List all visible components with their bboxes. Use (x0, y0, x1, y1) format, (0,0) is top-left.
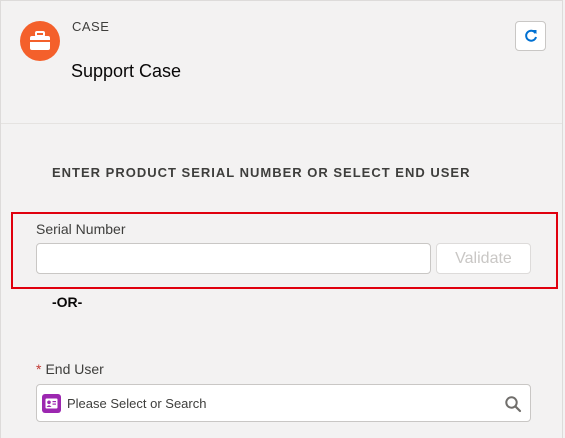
refresh-button[interactable] (515, 21, 546, 51)
section-heading: ENTER PRODUCT SERIAL NUMBER OR SELECT EN… (52, 165, 471, 180)
serial-number-label: Serial Number (36, 221, 126, 237)
end-user-lookup[interactable]: Please Select or Search (36, 384, 531, 422)
validate-button[interactable]: Validate (436, 243, 531, 274)
support-case-card: CASE Support Case ENTER PRODUCT SERIAL N… (0, 0, 563, 438)
card-header: CASE Support Case (1, 1, 562, 124)
page-title: Support Case (71, 61, 182, 81)
end-user-label: * End User (36, 361, 104, 377)
contact-icon (42, 394, 61, 413)
serial-number-input[interactable] (36, 243, 431, 274)
end-user-placeholder: Please Select or Search (67, 396, 207, 411)
refresh-icon (524, 29, 537, 42)
end-user-label-text: End User (45, 361, 104, 377)
object-type-label: CASE (72, 19, 110, 34)
required-marker: * (36, 361, 42, 377)
briefcase-icon (20, 21, 60, 61)
search-icon[interactable] (504, 395, 522, 413)
or-separator: -OR- (52, 294, 83, 310)
